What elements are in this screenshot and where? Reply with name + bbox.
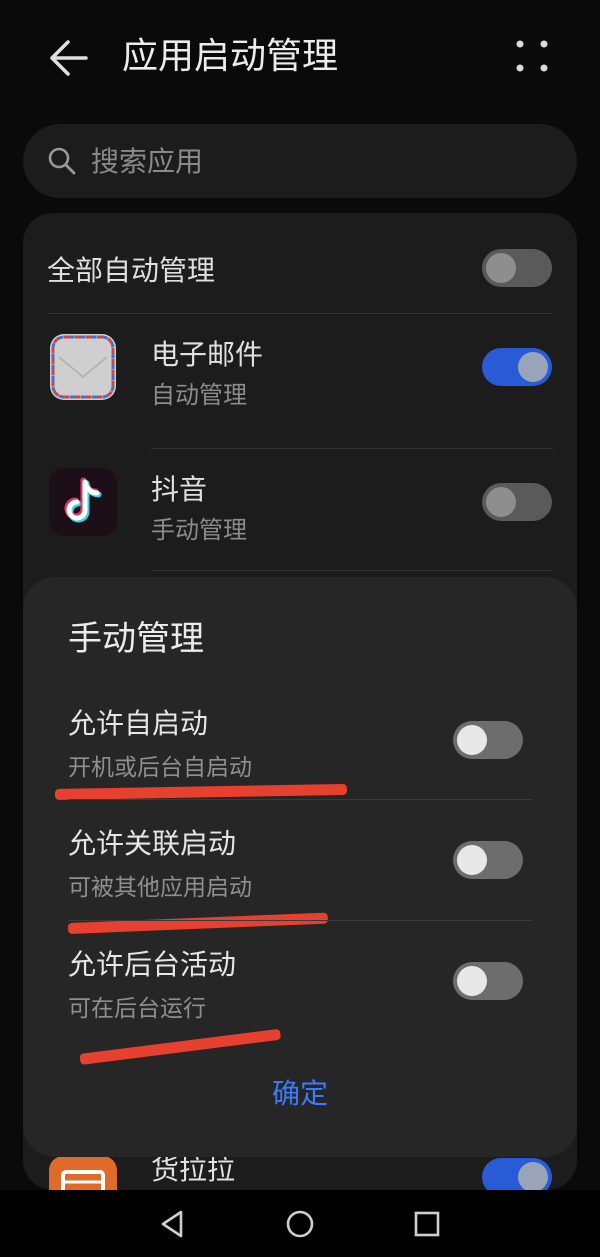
system-nav-bar	[0, 1190, 600, 1257]
list-item-email[interactable]: 电子邮件 自动管理	[23, 313, 577, 448]
manage-all-label: 全部自动管理	[47, 254, 216, 287]
email-toggle[interactable]	[482, 348, 552, 386]
search-bar[interactable]	[23, 124, 577, 198]
option-background-activity[interactable]: 允许后台活动 可在后台运行	[23, 923, 577, 1044]
more-button[interactable]	[508, 32, 556, 80]
back-button[interactable]	[40, 30, 96, 86]
nav-recents-button[interactable]	[403, 1200, 451, 1248]
back-arrow-icon	[50, 40, 88, 76]
app-name: 电子邮件	[151, 338, 264, 371]
option-subtitle: 可在后台运行	[68, 996, 206, 1022]
toggle-knob	[457, 725, 487, 755]
toggle-knob	[486, 253, 516, 283]
list-item-douyin[interactable]: 抖音 手动管理	[23, 448, 577, 583]
header: 应用启动管理	[0, 0, 600, 115]
option-subtitle: 可被其他应用启动	[68, 875, 252, 901]
option-subtitle: 开机或后台自启动	[68, 755, 252, 781]
email-app-icon	[50, 334, 116, 400]
douyin-toggle[interactable]	[482, 483, 552, 521]
auto-start-toggle[interactable]	[453, 721, 523, 759]
toggle-knob	[486, 487, 516, 517]
more-dots-icon	[516, 40, 548, 72]
divider	[68, 920, 532, 921]
background-activity-toggle[interactable]	[453, 962, 523, 1000]
option-title: 允许自启动	[68, 707, 209, 740]
toggle-knob	[457, 966, 487, 996]
option-title: 允许后台活动	[68, 948, 237, 981]
search-input[interactable]	[91, 124, 551, 198]
option-linked-start[interactable]: 允许关联启动 可被其他应用启动	[23, 802, 577, 923]
square-recents-icon	[414, 1211, 440, 1237]
huolala-app-icon	[49, 1156, 117, 1190]
option-title: 允许关联启动	[68, 827, 237, 860]
nav-back-button[interactable]	[148, 1200, 196, 1248]
divider	[151, 570, 553, 571]
toggle-knob	[457, 845, 487, 875]
app-name: 抖音	[151, 473, 208, 506]
toggle-knob	[518, 352, 548, 382]
manage-all-toggle[interactable]	[482, 249, 552, 287]
manage-all-row: 全部自动管理	[23, 213, 577, 313]
search-icon	[48, 147, 76, 175]
linked-start-toggle[interactable]	[453, 841, 523, 879]
manual-manage-dialog: 手动管理 允许自启动 开机或后台自启动 允许关联启动 可被其他应用启动 允许后台…	[23, 577, 577, 1157]
dialog-title: 手动管理	[68, 619, 204, 659]
app-status: 自动管理	[151, 381, 247, 409]
circle-home-icon	[286, 1210, 314, 1238]
huolala-toggle[interactable]	[482, 1158, 552, 1190]
douyin-app-icon	[49, 468, 117, 536]
page-title: 应用启动管理	[122, 36, 339, 77]
divider	[68, 799, 532, 800]
triangle-back-icon	[161, 1210, 183, 1238]
toggle-knob	[518, 1162, 548, 1190]
confirm-button[interactable]: 确定	[230, 1067, 370, 1117]
app-status: 手动管理	[151, 516, 247, 544]
nav-home-button[interactable]	[276, 1200, 324, 1248]
